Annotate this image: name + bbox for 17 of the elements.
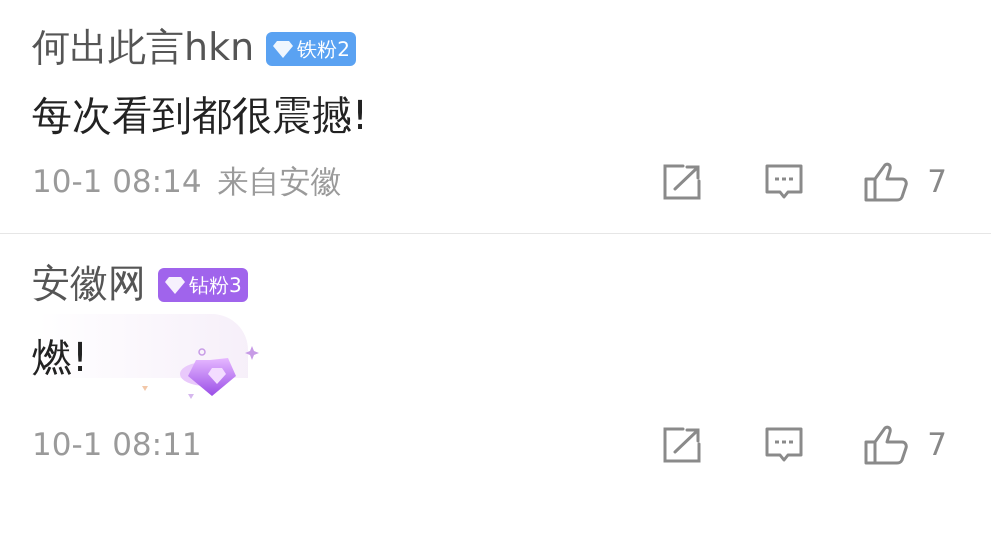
like-count: 7 xyxy=(927,164,947,200)
comment-time: 10-1 08:14 xyxy=(32,164,202,200)
like-count: 7 xyxy=(927,427,947,463)
reply-icon[interactable] xyxy=(763,426,806,464)
comment-time: 10-1 08:11 xyxy=(32,427,202,463)
username[interactable]: 安徽网 xyxy=(32,258,146,308)
fan-badge: 钻粉3 xyxy=(158,268,248,302)
reply-icon[interactable] xyxy=(763,163,806,201)
comment-location: 来自安徽 xyxy=(218,163,342,202)
username[interactable]: 何出此言hkn xyxy=(32,22,254,72)
share-icon[interactable] xyxy=(661,426,704,464)
diamond-icon xyxy=(272,39,294,59)
diamond-icon xyxy=(164,275,186,295)
fan-badge: 铁粉2 xyxy=(266,32,356,66)
share-icon[interactable] xyxy=(661,163,704,201)
comment-text: 每次看到都很震撼! xyxy=(32,92,368,140)
comment-text: 燃! xyxy=(32,334,88,382)
